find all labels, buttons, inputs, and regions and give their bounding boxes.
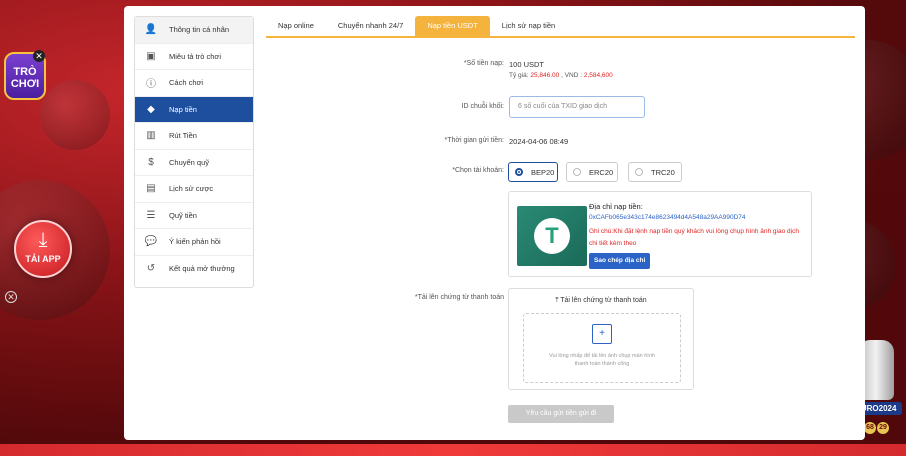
piggy-bank-icon: ◆ [147, 103, 155, 115]
rate-vnd-value: 2,584,600 [583, 72, 613, 79]
sidebar-item-withdraw[interactable]: ▥ Rút Tiền [135, 123, 253, 150]
user-icon: 👤 [144, 24, 158, 36]
sidebar-item-label: Quỹ tiền [169, 210, 197, 220]
sidebar-item-label: Nạp tiền [169, 104, 197, 114]
bottom-bar [0, 444, 906, 456]
submit-deposit-button[interactable]: Yêu cầu gửi tiền gửi đi [508, 405, 614, 423]
radio-label: ERC20 [589, 167, 614, 177]
sidebar-item-feedback[interactable]: 💬 Ý kiến phản hồi [135, 229, 253, 256]
radio-dot [515, 168, 523, 176]
tab-fast-transfer[interactable]: Chuyển nhanh 24/7 [326, 16, 415, 36]
receipt-icon: ▤ [146, 183, 156, 195]
tether-icon: T [534, 218, 570, 254]
deposit-address-box: T Địa chỉ nạp tiền: 0xCAFb065e343c174e86… [508, 191, 812, 277]
upload-dropzone[interactable]: + Vui lòng nhấp để tải lên ảnh chụp màn … [523, 313, 681, 383]
radio-label: BEP20 [531, 167, 555, 177]
info-icon: ⓘ [146, 79, 156, 91]
exchange-rate: Tỷ giá: 25,846.00 , VND : 2,584,600 [509, 72, 613, 79]
amount-value: 100 USDT [509, 60, 545, 69]
sidebar-item-label: Miêu tả trò chơi [169, 51, 222, 61]
chain-id-label: ID chuỗi khối: [461, 103, 504, 110]
euro-balls: 68 29 [864, 422, 890, 434]
ball-icon: 29 [877, 422, 889, 434]
radio-bep20[interactable]: BEP20 [508, 162, 558, 182]
radio-label: TRC20 [651, 167, 675, 177]
cash-icon: ▥ [146, 130, 156, 142]
account-label: *Chọn tài khoản: [452, 167, 504, 174]
sidebar-item-label: Rút Tiền [169, 131, 197, 141]
chat-icon: 💬 [144, 236, 158, 248]
radio-dot [573, 168, 581, 176]
amount-label: *Số tiền nạp: [463, 60, 504, 67]
download-icon: ⤓ [38, 229, 48, 251]
sidebar-item-profile[interactable]: 👤 Thông tin cá nhân [135, 17, 253, 44]
sidebar-item-label: Thông tin cá nhân [169, 25, 230, 35]
sidebar-item-label: Ý kiến phản hồi [169, 237, 221, 247]
upload-box: ⤒ Tải lên chứng từ thanh toán + Vui lòng… [508, 288, 694, 390]
sidebar-item-label: Kết quả mở thưởng [169, 264, 235, 274]
time-value: 2024-04-06 08:49 [509, 137, 569, 146]
radio-erc20[interactable]: ERC20 [566, 162, 618, 182]
txid-input[interactable]: 6 số cuối của TXID giao dịch [509, 96, 645, 118]
rate-value: 25,846.00 [530, 72, 560, 79]
radio-dot [635, 168, 643, 176]
upload-label: *Tải lên chứng từ thanh toán [414, 294, 504, 301]
sidebar-item-label: Lịch sử cược [169, 184, 214, 194]
tab-bar: Nạp online Chuyển nhanh 24/7 Nạp tiền US… [266, 16, 855, 38]
tro-choi-label: TRÒ CHƠI [10, 66, 40, 90]
sidebar-item-fund[interactable]: ☰ Quỹ tiền [135, 203, 253, 229]
download-app-label: TẢI APP [25, 254, 61, 264]
image-add-icon: + [592, 324, 612, 344]
sidebar-item-results[interactable]: ↺ Kết quả mở thưởng [135, 256, 253, 283]
upload-icon: ⤒ [555, 297, 559, 304]
dollar-icon: $ [148, 156, 154, 168]
ball-icon: 68 [864, 422, 876, 434]
main-panel: 👤 Thông tin cá nhân ▣ Miêu tả trò chơi ⓘ… [124, 6, 865, 440]
upload-hint: Vui lòng nhấp để tải lên ảnh chụp màn hì… [549, 353, 655, 367]
content-area: Nạp online Chuyển nhanh 24/7 Nạp tiền US… [256, 6, 865, 440]
address-note: Ghi chú:Khi đặt lệnh nạp tiền quý khách … [589, 228, 799, 247]
background-decoration [40, 80, 110, 150]
upload-title[interactable]: ⤒ Tải lên chứng từ thanh toán [509, 297, 693, 305]
download-app-button[interactable]: ⤓ TẢI APP [14, 220, 72, 278]
history-icon: ↺ [146, 263, 156, 275]
rate-vnd-prefix: , VND : [561, 72, 583, 79]
tab-online-deposit[interactable]: Nạp online [266, 16, 326, 36]
copy-address-button[interactable]: Sao chép địa chỉ [589, 253, 651, 269]
sidebar-item-deposit[interactable]: ◆ Nạp tiền [135, 96, 253, 123]
close-icon[interactable]: ✕ [33, 50, 45, 62]
gamepad-icon: ▣ [146, 50, 156, 62]
sidebar-item-how-to-play[interactable]: ⓘ Cách chơi [135, 70, 253, 97]
sidebar-item-label: Cách chơi [169, 78, 204, 88]
sidebar-item-label: Chuyển quỹ [169, 157, 210, 167]
time-label: *Thời gian gửi tiền: [444, 137, 504, 144]
tab-deposit-history[interactable]: Lịch sử nạp tiền [490, 16, 567, 36]
radio-trc20[interactable]: TRC20 [628, 162, 682, 182]
sidebar: 👤 Thông tin cá nhân ▣ Miêu tả trò chơi ⓘ… [134, 16, 254, 288]
address-value[interactable]: 0xCAFb065e343c174e8623494d4A548a29AA990D… [589, 214, 746, 221]
tether-logo: T [517, 206, 587, 266]
sidebar-item-transfer[interactable]: $ Chuyển quỹ [135, 150, 253, 176]
sidebar-item-bet-history[interactable]: ▤ Lịch sử cược [135, 176, 253, 203]
tab-usdt-deposit[interactable]: Nạp tiền USDT [415, 16, 490, 36]
rate-prefix: Tỷ giá: [509, 72, 529, 79]
upload-title-label: Tải lên chứng từ thanh toán [560, 297, 647, 304]
address-title: Địa chỉ nạp tiền: [589, 202, 643, 211]
close-icon[interactable]: ✕ [5, 291, 17, 303]
fund-icon: ☰ [146, 209, 156, 221]
sidebar-item-game-description[interactable]: ▣ Miêu tả trò chơi [135, 44, 253, 70]
